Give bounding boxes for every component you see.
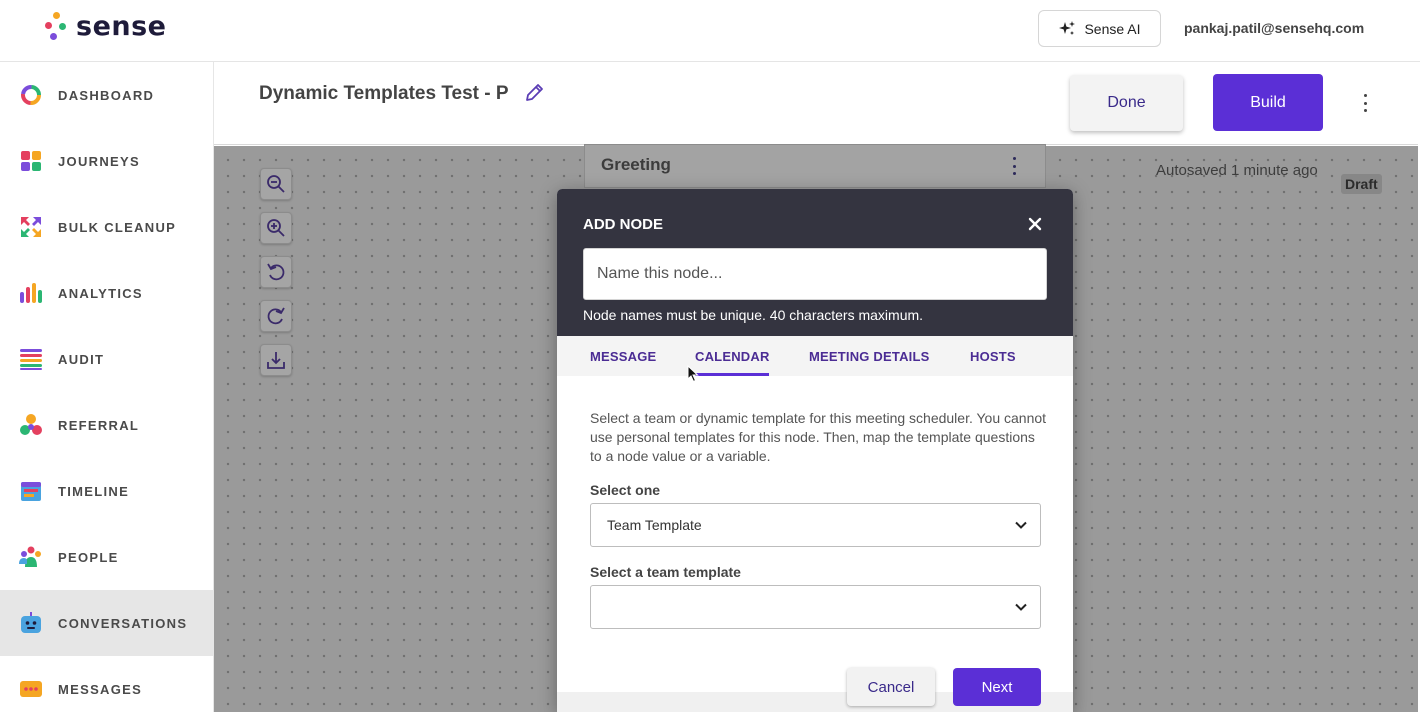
sidebar-item-label: CONVERSATIONS bbox=[58, 615, 188, 631]
active-tab-indicator bbox=[695, 373, 769, 376]
team-template-label: Select a team template bbox=[590, 564, 741, 580]
done-button[interactable]: Done bbox=[1070, 75, 1183, 131]
mouse-cursor-icon bbox=[687, 365, 699, 383]
tab-meeting-details[interactable]: MEETING DETAILS bbox=[809, 349, 929, 364]
sidebar-item-label: BULK CLEANUP bbox=[58, 219, 177, 235]
download-button[interactable] bbox=[260, 344, 292, 376]
sense-logo[interactable]: sense bbox=[44, 10, 167, 42]
greeting-node-card[interactable]: Greeting bbox=[584, 144, 1046, 188]
sidebar-item-journeys[interactable]: JOURNEYS bbox=[0, 128, 213, 194]
undo-button[interactable] bbox=[260, 256, 292, 288]
zoom-in-button[interactable] bbox=[260, 212, 292, 244]
sidebar-item-label: TIMELINE bbox=[58, 483, 130, 499]
tab-message[interactable]: MESSAGE bbox=[590, 349, 656, 364]
modal-tabs: MESSAGE CALENDAR MEETING DETAILS HOSTS bbox=[557, 336, 1073, 376]
download-icon bbox=[267, 352, 285, 369]
sidebar-item-bulk-cleanup[interactable]: BULK CLEANUP bbox=[0, 194, 213, 260]
sidebar-item-analytics[interactable]: ANALYTICS bbox=[0, 260, 213, 326]
sidebar-item-label: REFERRAL bbox=[58, 417, 140, 433]
sense-ai-label: Sense AI bbox=[1084, 20, 1141, 37]
undo-icon bbox=[267, 263, 285, 281]
sidebar-item-label: MESSAGES bbox=[58, 681, 143, 697]
sidebar-item-label: JOURNEYS bbox=[58, 153, 140, 169]
modal-title: ADD NODE bbox=[583, 216, 664, 233]
node-name-input[interactable] bbox=[583, 248, 1047, 300]
autosave-status: Autosaved 1 minute ago bbox=[1156, 162, 1318, 179]
sparkle-icon bbox=[1059, 20, 1076, 35]
messages-bubble-icon bbox=[20, 681, 42, 697]
pencil-edit-icon[interactable] bbox=[523, 82, 545, 104]
sidebar-item-label: PEOPLE bbox=[58, 549, 119, 565]
sense-ai-button[interactable]: Sense AI bbox=[1038, 10, 1161, 47]
build-button[interactable]: Build bbox=[1213, 74, 1323, 131]
next-button[interactable]: Next bbox=[953, 668, 1041, 706]
modal-header: ADD NODE Node names must be unique. 40 c… bbox=[557, 189, 1073, 336]
sidebar-item-dashboard[interactable]: DASHBOARD bbox=[0, 62, 213, 128]
sidebar-item-label: ANALYTICS bbox=[58, 285, 143, 301]
sidebar-item-label: DASHBOARD bbox=[58, 87, 155, 103]
top-bar: sense Sense AI pankaj.patil@sensehq.com bbox=[0, 0, 1420, 62]
more-options-icon[interactable] bbox=[1354, 92, 1376, 114]
select-one-dropdown[interactable]: Team Template bbox=[590, 503, 1041, 547]
sidebar-item-timeline[interactable]: TIMELINE bbox=[0, 458, 213, 524]
referral-circles-icon bbox=[20, 414, 42, 435]
sidebar-item-people[interactable]: PEOPLE bbox=[0, 524, 213, 590]
logo-text: sense bbox=[76, 10, 167, 42]
add-node-modal: ADD NODE Node names must be unique. 40 c… bbox=[557, 189, 1073, 712]
sidebar: DASHBOARD JOURNEYS BULK CLEANUP ANALYTIC… bbox=[0, 62, 214, 712]
conversations-bot-icon bbox=[21, 612, 41, 633]
sidebar-item-conversations[interactable]: CONVERSATIONS bbox=[0, 590, 213, 656]
page-title: Dynamic Templates Test - P bbox=[259, 83, 509, 104]
redo-icon bbox=[267, 307, 285, 325]
sidebar-item-label: AUDIT bbox=[58, 351, 105, 367]
team-template-dropdown[interactable] bbox=[590, 585, 1041, 629]
logo-dots-icon bbox=[44, 10, 68, 42]
chevron-down-icon bbox=[1015, 521, 1027, 529]
node-options-icon[interactable] bbox=[1011, 157, 1017, 175]
user-email[interactable]: pankaj.patil@sensehq.com bbox=[1184, 20, 1364, 36]
page-header: Dynamic Templates Test - P Done Build bbox=[214, 62, 1418, 145]
chevron-down-icon bbox=[1015, 603, 1027, 611]
dashboard-ring-icon bbox=[21, 85, 41, 105]
people-group-icon bbox=[19, 546, 41, 567]
select-one-label: Select one bbox=[590, 482, 661, 498]
sidebar-item-messages[interactable]: MESSAGES bbox=[0, 656, 213, 712]
zoom-in-icon bbox=[267, 219, 285, 237]
draft-badge: Draft bbox=[1341, 174, 1382, 194]
tab-hosts[interactable]: HOSTS bbox=[970, 349, 1016, 364]
analytics-bars-icon bbox=[20, 283, 42, 303]
cancel-button[interactable]: Cancel bbox=[847, 668, 935, 706]
select-one-value: Team Template bbox=[607, 517, 702, 533]
sidebar-item-referral[interactable]: REFERRAL bbox=[0, 392, 213, 458]
zoom-out-icon bbox=[267, 175, 285, 193]
bulk-cleanup-arrows-icon bbox=[21, 217, 41, 237]
audit-list-icon bbox=[20, 349, 42, 370]
calendar-description: Select a team or dynamic template for th… bbox=[590, 410, 1047, 464]
close-icon[interactable] bbox=[1026, 215, 1044, 233]
node-name-hint: Node names must be unique. 40 characters… bbox=[583, 307, 924, 323]
greeting-node-title: Greeting bbox=[601, 155, 671, 174]
redo-button[interactable] bbox=[260, 300, 292, 332]
journeys-grid-icon bbox=[21, 151, 41, 171]
tab-calendar[interactable]: CALENDAR bbox=[695, 349, 770, 364]
sidebar-item-audit[interactable]: AUDIT bbox=[0, 326, 213, 392]
timeline-calendar-icon bbox=[21, 482, 41, 501]
zoom-out-button[interactable] bbox=[260, 168, 292, 200]
